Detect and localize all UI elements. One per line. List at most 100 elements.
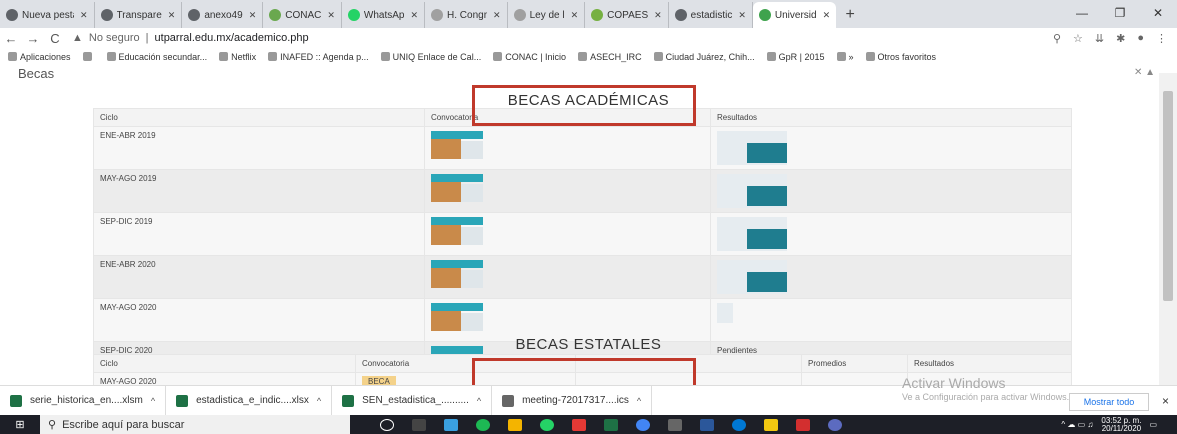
convocatoria-cell[interactable]: [424, 169, 711, 213]
scrollbar-thumb[interactable]: [1163, 91, 1173, 301]
minimize-button[interactable]: —: [1063, 0, 1101, 26]
puzzle-icon[interactable]: ✱: [1116, 32, 1125, 45]
bookmark-icon: [219, 52, 229, 61]
whatsapp-icon[interactable]: [540, 418, 554, 431]
new-tab-button[interactable]: +: [836, 2, 864, 28]
browser-tab[interactable]: anexo49 ✕: [182, 2, 264, 28]
browser-tab[interactable]: Transpare ✕: [95, 2, 183, 28]
task-view-icon[interactable]: [412, 418, 426, 431]
page-close-icon[interactable]: ✕ ▲: [1134, 67, 1155, 78]
folder-icon[interactable]: [764, 418, 778, 431]
browser-tab[interactable]: Universid ✕: [752, 2, 837, 28]
show-all-button[interactable]: Mostrar todo: [1069, 393, 1149, 411]
chevron-up-icon[interactable]: ^: [477, 396, 481, 406]
close-window-button[interactable]: ✕: [1139, 0, 1177, 26]
bookmark-item[interactable]: UNIQ Enlace de Cal...: [380, 52, 481, 62]
bookmark-item[interactable]: [82, 52, 95, 61]
download-item[interactable]: serie_historica_en....xlsm ^: [0, 385, 167, 416]
bookmark-item[interactable]: ASECH_IRC: [578, 52, 642, 62]
resultados-thumbnail[interactable]: [717, 217, 787, 251]
browser-tab[interactable]: estadistic ✕: [669, 2, 753, 28]
spotify-icon[interactable]: [476, 418, 490, 431]
browser-tab[interactable]: H. Congr ✕: [425, 2, 508, 28]
bookmark-item[interactable]: Educación secundar...: [106, 52, 207, 62]
forward-icon[interactable]: →: [22, 31, 44, 46]
resultados-thumbnail[interactable]: [717, 174, 787, 208]
close-tab-icon[interactable]: ✕: [823, 10, 831, 21]
menu-icon[interactable]: ⋮: [1156, 32, 1167, 45]
browser-tab[interactable]: Ley de l ✕: [508, 2, 586, 28]
browser-tab[interactable]: WhatsAp ✕: [342, 2, 426, 28]
browser-tab[interactable]: CONAC ✕: [263, 2, 342, 28]
bookmark-item[interactable]: Ciudad Juárez, Chih...: [653, 51, 755, 62]
bookmark-item[interactable]: CONAC | Inicio: [493, 52, 566, 62]
calculator-icon[interactable]: [668, 418, 682, 431]
convocatoria-thumbnail[interactable]: [431, 217, 483, 245]
resultados-thumbnail[interactable]: [717, 303, 787, 337]
bookmark-label: Ciudad Juárez, Chih...: [665, 51, 755, 62]
windows-start-icon[interactable]: ⊞: [0, 418, 40, 431]
convocatoria-cell[interactable]: [424, 212, 711, 256]
app-icon[interactable]: [572, 418, 586, 431]
restore-button[interactable]: ❐: [1101, 0, 1139, 26]
resultados-cell[interactable]: [710, 212, 1072, 256]
resultados-cell[interactable]: [710, 169, 1072, 213]
extension-icon[interactable]: ⇊: [1095, 32, 1104, 45]
close-tab-icon[interactable]: ✕: [571, 10, 579, 21]
page-scrollbar[interactable]: [1159, 73, 1177, 385]
chevron-up-icon[interactable]: ^: [637, 396, 641, 406]
convocatoria-thumbnail[interactable]: [431, 260, 483, 288]
convocatoria-thumbnail[interactable]: [431, 131, 483, 159]
chrome-icon[interactable]: [636, 418, 650, 431]
close-tab-icon[interactable]: ✕: [327, 10, 335, 21]
taskbar-search[interactable]: ⚲ Escribe aquí para buscar: [40, 415, 350, 434]
edge-icon[interactable]: [732, 418, 746, 431]
close-tab-icon[interactable]: ✕: [168, 10, 176, 21]
resultados-thumbnail[interactable]: [717, 260, 787, 294]
bookmark-item[interactable]: Aplicaciones: [8, 52, 71, 62]
profile-icon[interactable]: ●: [1137, 32, 1144, 45]
close-tab-icon[interactable]: ✕: [80, 10, 88, 21]
word-icon[interactable]: [700, 418, 714, 431]
convocatoria-thumbnail[interactable]: [431, 303, 483, 331]
app-icon[interactable]: [828, 418, 842, 431]
close-tab-icon[interactable]: ✕: [654, 10, 662, 21]
zoom-icon[interactable]: ⚲: [1053, 32, 1061, 45]
resultados-thumbnail[interactable]: [717, 131, 787, 165]
convocatoria-thumbnail[interactable]: [431, 174, 483, 202]
address-bar[interactable]: ▲ No seguro | utparral.edu.mx/academico.…: [72, 29, 1053, 47]
back-icon[interactable]: ←: [0, 31, 22, 46]
reload-icon[interactable]: C: [44, 31, 66, 46]
download-item[interactable]: meeting-72017317....ics ^: [492, 385, 653, 416]
convocatoria-cell[interactable]: [424, 126, 711, 170]
resultados-cell[interactable]: [710, 255, 1072, 299]
chevron-up-icon[interactable]: ^: [317, 396, 321, 406]
close-tab-icon[interactable]: ✕: [249, 10, 257, 21]
download-item[interactable]: SEN_estadistica_.......... ^: [332, 385, 493, 416]
cortana-icon[interactable]: [380, 418, 394, 431]
convocatoria-thumbnail[interactable]: BECA: [362, 376, 396, 385]
close-downloads-button[interactable]: ×: [1162, 394, 1169, 408]
resultados-cell[interactable]: [710, 126, 1072, 170]
excel-icon[interactable]: [604, 418, 618, 431]
download-item[interactable]: estadistica_e_indic....xlsx ^: [166, 385, 333, 416]
bookmark-item[interactable]: Otros favoritos: [865, 52, 936, 62]
browser-tab[interactable]: COPAES ✕: [585, 2, 669, 28]
browser-tab[interactable]: Nueva pesta ✕: [0, 2, 95, 28]
notification-icon[interactable]: ▭: [1149, 420, 1157, 429]
close-tab-icon[interactable]: ✕: [738, 10, 746, 21]
star-icon[interactable]: ☆: [1073, 32, 1083, 45]
clock[interactable]: 03:52 p. m. 20/11/2020: [1101, 416, 1141, 433]
bookmark-item[interactable]: Netflix: [219, 52, 256, 62]
acrobat-icon[interactable]: [796, 418, 810, 431]
app-icon[interactable]: [508, 418, 522, 431]
bookmark-item[interactable]: »: [836, 52, 854, 62]
bookmark-item[interactable]: INAFED :: Agenda p...: [268, 52, 369, 62]
convocatoria-cell[interactable]: [424, 255, 711, 299]
bookmark-item[interactable]: GpR | 2015: [766, 52, 825, 62]
chevron-up-icon[interactable]: ^: [151, 396, 155, 406]
app-icon[interactable]: [444, 418, 458, 431]
tray-icons[interactable]: ^ ☁ ▭ ♫: [1061, 420, 1093, 429]
close-tab-icon[interactable]: ✕: [410, 10, 418, 21]
close-tab-icon[interactable]: ✕: [493, 10, 501, 21]
